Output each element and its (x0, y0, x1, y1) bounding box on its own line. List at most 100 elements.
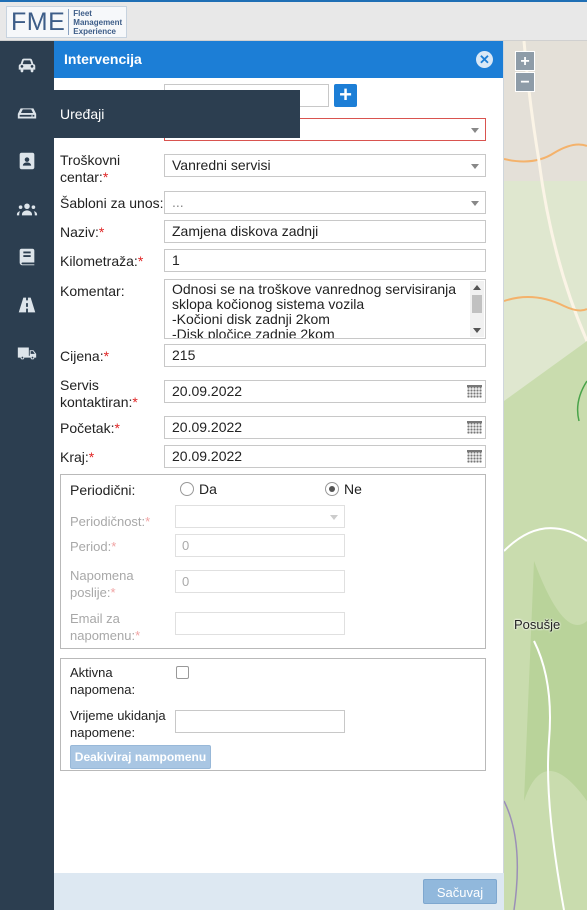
active-note-label-line: Aktivna (70, 665, 113, 680)
cost-center-select[interactable]: Vanredni servisi (164, 154, 486, 177)
start-label: Početak:* (60, 420, 120, 437)
required-mark: * (98, 224, 105, 240)
active-note-checkbox[interactable] (176, 666, 189, 679)
required-mark: * (103, 348, 110, 364)
notice-section: Aktivna napomena: Vrijeme ukidanja napom… (60, 658, 486, 771)
required-mark: * (88, 449, 95, 465)
calendar-icon[interactable] (467, 450, 482, 463)
note-end-time-label-line: Vrijeme ukidanja (70, 708, 166, 723)
note-end-time-label-line: napomene: (70, 725, 136, 740)
sidebar-item-contacts[interactable] (0, 137, 54, 185)
period-label-text: Period: (70, 539, 112, 554)
save-button[interactable]: Sačuvaj (423, 879, 497, 904)
note-after-value: 0 (182, 574, 190, 589)
top-bar: FME Fleet Management Experience (0, 0, 587, 41)
calendar-icon[interactable] (467, 421, 482, 434)
note-after-label-line: poslije: (70, 585, 111, 600)
required-mark: * (137, 253, 144, 269)
note-end-time-input[interactable] (175, 710, 345, 733)
name-label: Naziv:* (60, 224, 104, 241)
sidebar-item-users[interactable] (0, 185, 54, 233)
note-after-input[interactable]: 0 (175, 570, 345, 593)
sidebar-item-devices[interactable] (0, 89, 54, 137)
deactivate-note-button[interactable]: Deakiviraj nampomenu (70, 745, 211, 769)
periodic-yes-label[interactable]: Da (199, 481, 217, 498)
users-icon (16, 203, 38, 216)
close-icon[interactable]: ✕ (476, 51, 493, 68)
logo-subtitle-line: Management (73, 17, 123, 27)
comment-line: -Disk pločice zadnje 2kom (172, 326, 335, 339)
periodic-no-radio[interactable] (325, 482, 339, 496)
sidebar-item-logbook[interactable] (0, 233, 54, 281)
calendar-icon[interactable] (467, 385, 482, 398)
periodic-section: Periodični: Da Ne Periodičnost:* Period:… (60, 474, 486, 649)
mileage-input[interactable]: 1 (164, 249, 486, 272)
cost-center-label-line: Troškovni (60, 152, 121, 168)
periodic-label: Periodični: (70, 482, 136, 498)
panel-header: Intervencija ✕ (54, 41, 503, 78)
required-mark: * (114, 420, 120, 436)
contact-book-icon (19, 152, 35, 170)
mileage-label: Kilometraža:* (60, 253, 143, 270)
required-mark: * (102, 169, 109, 185)
email-note-label-line: Email za (70, 611, 120, 626)
zoom-out-button[interactable]: − (515, 72, 535, 92)
scroll-thumb[interactable] (472, 295, 482, 313)
note-after-label: Napomena poslije:* (70, 567, 134, 601)
start-value: 20.09.2022 (172, 419, 243, 435)
periodicity-select[interactable] (175, 505, 345, 528)
comment-scrollbar[interactable] (470, 281, 484, 337)
comment-line: sklopa kočionog sistema vozila (172, 296, 365, 312)
chevron-down-icon (471, 128, 479, 133)
sidebar-item-vehicles[interactable] (0, 41, 54, 89)
email-note-label-line: napomenu: (70, 628, 136, 643)
sidebar (0, 41, 54, 910)
period-value: 0 (182, 538, 190, 553)
comment-line: -Kočioni disk zadnji 2kom (172, 311, 330, 327)
end-date[interactable]: 20.09.2022 (164, 445, 486, 468)
scroll-up-icon[interactable] (473, 285, 481, 290)
book-icon (19, 248, 35, 266)
intervention-panel: Intervencija ✕ + Troškovni centar:* Vanr… (54, 41, 504, 910)
required-mark: * (145, 514, 151, 529)
periodic-yes-radio[interactable] (180, 482, 194, 496)
email-note-label: Email za napomenu:* (70, 610, 140, 644)
map-view[interactable]: + − Posušje (504, 41, 587, 910)
start-label-text: Početak: (60, 420, 115, 436)
sidebar-item-roads[interactable] (0, 281, 54, 329)
sidebar-item-trucks[interactable] (0, 329, 54, 377)
note-end-time-label: Vrijeme ukidanja napomene: (70, 707, 166, 741)
note-after-label-line: Napomena (70, 568, 134, 583)
map-place-label: Posušje (514, 617, 561, 632)
logo-separator (68, 9, 70, 35)
end-value: 20.09.2022 (172, 448, 243, 464)
service-contacted-date[interactable]: 20.09.2022 (164, 380, 486, 403)
email-note-input[interactable] (175, 612, 345, 635)
name-input[interactable]: Zamjena diskova zadnji (164, 220, 486, 243)
price-input[interactable]: 215 (164, 344, 486, 367)
required-mark: * (132, 394, 138, 410)
cost-center-label: Troškovni centar:* (60, 152, 120, 186)
service-contacted-label-line: Servis (60, 377, 99, 393)
periodic-no-label[interactable]: Ne (344, 481, 362, 498)
sidebar-flyout-devices[interactable]: Uređaji (54, 90, 300, 138)
chevron-down-icon (330, 515, 338, 520)
required-mark: * (111, 539, 117, 554)
name-label-text: Naziv: (60, 224, 99, 240)
chevron-down-icon (471, 201, 479, 206)
zoom-in-button[interactable]: + (515, 51, 535, 71)
period-input[interactable]: 0 (175, 534, 345, 557)
app-logo[interactable]: FME Fleet Management Experience (6, 6, 128, 38)
panel-footer: Sačuvaj (54, 873, 504, 910)
comment-textarea[interactable]: Odnosi se na troškove vanrednog servisir… (164, 279, 486, 339)
mileage-value: 1 (172, 252, 180, 268)
device-icon (17, 108, 37, 119)
periodicity-label: Periodičnost:* (70, 513, 150, 530)
templates-select[interactable]: ... (164, 191, 486, 214)
start-date[interactable]: 20.09.2022 (164, 416, 486, 439)
end-label-text: Kraj: (60, 449, 89, 465)
period-label: Period:* (70, 538, 116, 555)
add-button[interactable]: + (334, 84, 357, 107)
service-contacted-value: 20.09.2022 (172, 383, 243, 399)
scroll-down-icon[interactable] (473, 328, 481, 333)
